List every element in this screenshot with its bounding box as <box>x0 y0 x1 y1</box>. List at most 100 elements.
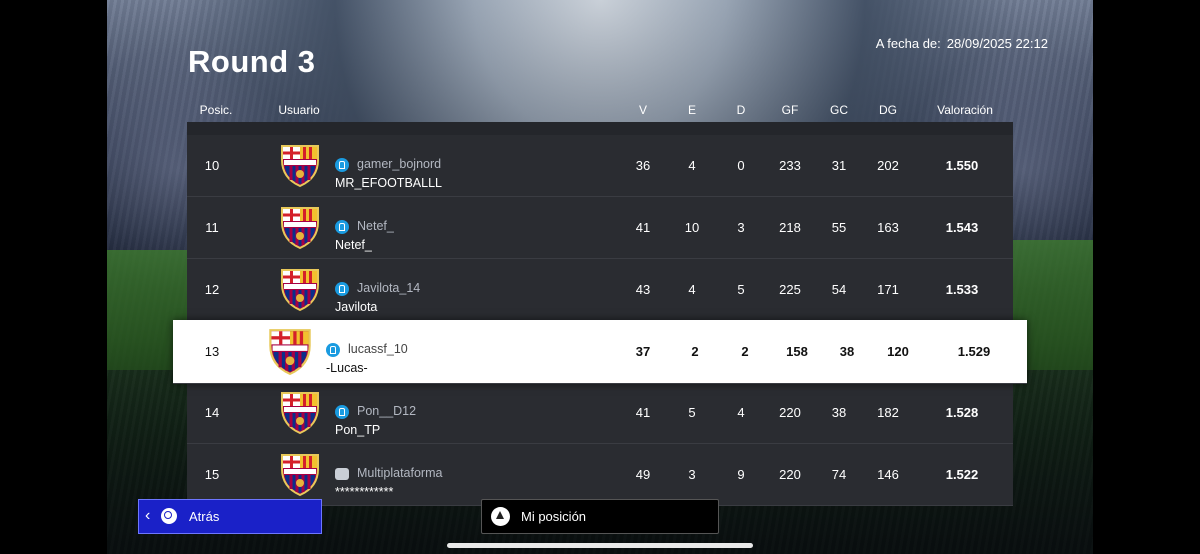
stat-gf: 220 <box>779 467 801 482</box>
row-position: 10 <box>204 158 220 173</box>
stat-gf: 233 <box>779 158 801 173</box>
header-d: D <box>736 103 746 117</box>
stat-valoracion: 1.533 <box>945 282 979 297</box>
stat-gf: 220 <box>779 405 801 420</box>
circle-button-icon <box>161 508 177 524</box>
table-row[interactable]: 14 Pon__D12 Pon_TP 41 5 4 220 38 182 1.5… <box>187 382 1013 444</box>
player-id: Multiplataforma <box>357 466 443 480</box>
player-id: gamer_bojnord <box>357 157 442 171</box>
stat-gc: 31 <box>831 158 847 173</box>
chevron-left-icon: ‹ <box>145 507 151 524</box>
fcb-crest-icon <box>281 145 319 188</box>
date-label: A fecha de: <box>875 36 941 51</box>
playstation-icon <box>335 158 349 172</box>
stat-v: 41 <box>635 220 651 235</box>
stat-dg: 171 <box>877 282 899 297</box>
stat-d: 9 <box>737 467 745 482</box>
stat-v: 49 <box>635 467 651 482</box>
player-nickname: Pon_TP <box>335 423 381 437</box>
header-valoracion: Valoración <box>937 103 993 117</box>
row-position: 14 <box>204 405 220 420</box>
stat-dg: 202 <box>877 158 899 173</box>
stat-gc: 74 <box>831 467 847 482</box>
table-row[interactable]: 15 Multiplataforma ************ 49 3 9 2… <box>187 444 1013 506</box>
stat-v: 43 <box>635 282 651 297</box>
table-row-highlighted[interactable]: 13 lucassf_10 -Lucas- 37 2 2 158 38 120 <box>173 320 1027 384</box>
stat-v: 41 <box>635 405 651 420</box>
stat-dg: 182 <box>877 405 899 420</box>
row-position: 11 <box>205 220 219 235</box>
playstation-icon <box>335 405 349 419</box>
fcb-crest-icon <box>281 454 319 497</box>
stat-valoracion: 1.543 <box>945 220 979 235</box>
header-dg: DG <box>879 103 897 117</box>
playstation-icon <box>335 282 349 296</box>
header-gf: GF <box>781 103 799 117</box>
header-v: V <box>638 103 647 117</box>
row-position: 15 <box>204 467 220 482</box>
stat-gc: 38 <box>839 344 855 359</box>
date-value: 28/09/2025 22:12 <box>946 36 1048 51</box>
player-nickname: -Lucas- <box>326 361 368 375</box>
stat-gf: 218 <box>779 220 801 235</box>
table-row[interactable]: 12 Javilota_14 Javilota 43 4 5 225 54 17… <box>187 259 1013 321</box>
stat-d: 2 <box>741 344 749 359</box>
stat-dg: 163 <box>877 220 899 235</box>
fcb-crest-icon <box>269 329 311 376</box>
playstation-icon <box>326 343 340 357</box>
stat-valoracion: 1.522 <box>945 467 979 482</box>
ranking-table[interactable]: 10 gamer_bojnord MR_EFOOTBALLL 36 4 0 23… <box>173 122 1027 506</box>
stat-valoracion: 1.528 <box>945 405 979 420</box>
player-id: Pon__D12 <box>357 404 417 418</box>
triangle-button-icon <box>491 507 510 526</box>
table-header: Posic. Usuario V E D GF GC DG Valoración <box>107 103 1093 119</box>
stat-e: 2 <box>691 344 699 359</box>
back-button[interactable]: ‹ Atrás <box>138 499 322 534</box>
fcb-crest-icon <box>281 392 319 435</box>
stat-gf: 225 <box>779 282 801 297</box>
stat-d: 5 <box>737 282 745 297</box>
gamepad-icon <box>335 468 349 480</box>
page-title: Round 3 <box>188 44 316 79</box>
stat-e: 10 <box>684 220 700 235</box>
fcb-crest-icon <box>281 269 319 312</box>
stat-dg: 120 <box>887 344 909 359</box>
player-id: lucassf_10 <box>348 342 408 356</box>
row-position: 12 <box>204 282 220 297</box>
row-position: 13 <box>204 344 220 359</box>
stat-v: 37 <box>635 344 651 359</box>
back-button-label: Atrás <box>189 509 220 524</box>
player-nickname: ************ <box>335 485 394 499</box>
stat-e: 5 <box>688 405 696 420</box>
stat-gc: 54 <box>831 282 847 297</box>
table-row[interactable]: 10 gamer_bojnord MR_EFOOTBALLL 36 4 0 23… <box>187 135 1013 197</box>
stat-e: 3 <box>688 467 696 482</box>
my-position-label: Mi posición <box>521 509 587 524</box>
stat-e: 4 <box>688 282 696 297</box>
stat-d: 4 <box>737 405 745 420</box>
game-screen: Round 3 A fecha de: 28/09/2025 22:12 Posi… <box>107 0 1093 554</box>
stat-valoracion: 1.550 <box>945 158 979 173</box>
stat-gf: 158 <box>786 344 808 359</box>
player-id: Netef_ <box>357 219 394 233</box>
player-nickname: MR_EFOOTBALLL <box>335 176 442 190</box>
player-id: Javilota_14 <box>357 281 421 295</box>
header-e: E <box>687 103 696 117</box>
stat-v: 36 <box>635 158 651 173</box>
stat-d: 3 <box>737 220 745 235</box>
table-row[interactable]: 11 Netef_ Netef_ 41 10 3 218 55 163 1.54… <box>187 197 1013 259</box>
my-position-button[interactable]: Mi posición <box>481 499 719 534</box>
header-pos: Posic. <box>199 103 233 117</box>
stat-e: 4 <box>688 158 696 173</box>
player-nickname: Javilota <box>335 300 378 314</box>
playstation-icon <box>335 220 349 234</box>
stat-gc: 38 <box>831 405 847 420</box>
stat-gc: 55 <box>831 220 847 235</box>
stat-valoracion: 1.529 <box>957 344 991 359</box>
player-nickname: Netef_ <box>335 238 372 252</box>
header-gc: GC <box>830 103 848 117</box>
home-indicator[interactable] <box>447 543 753 548</box>
fcb-crest-icon <box>281 207 319 250</box>
stat-d: 0 <box>737 158 745 173</box>
header-user: Usuario <box>278 103 320 117</box>
